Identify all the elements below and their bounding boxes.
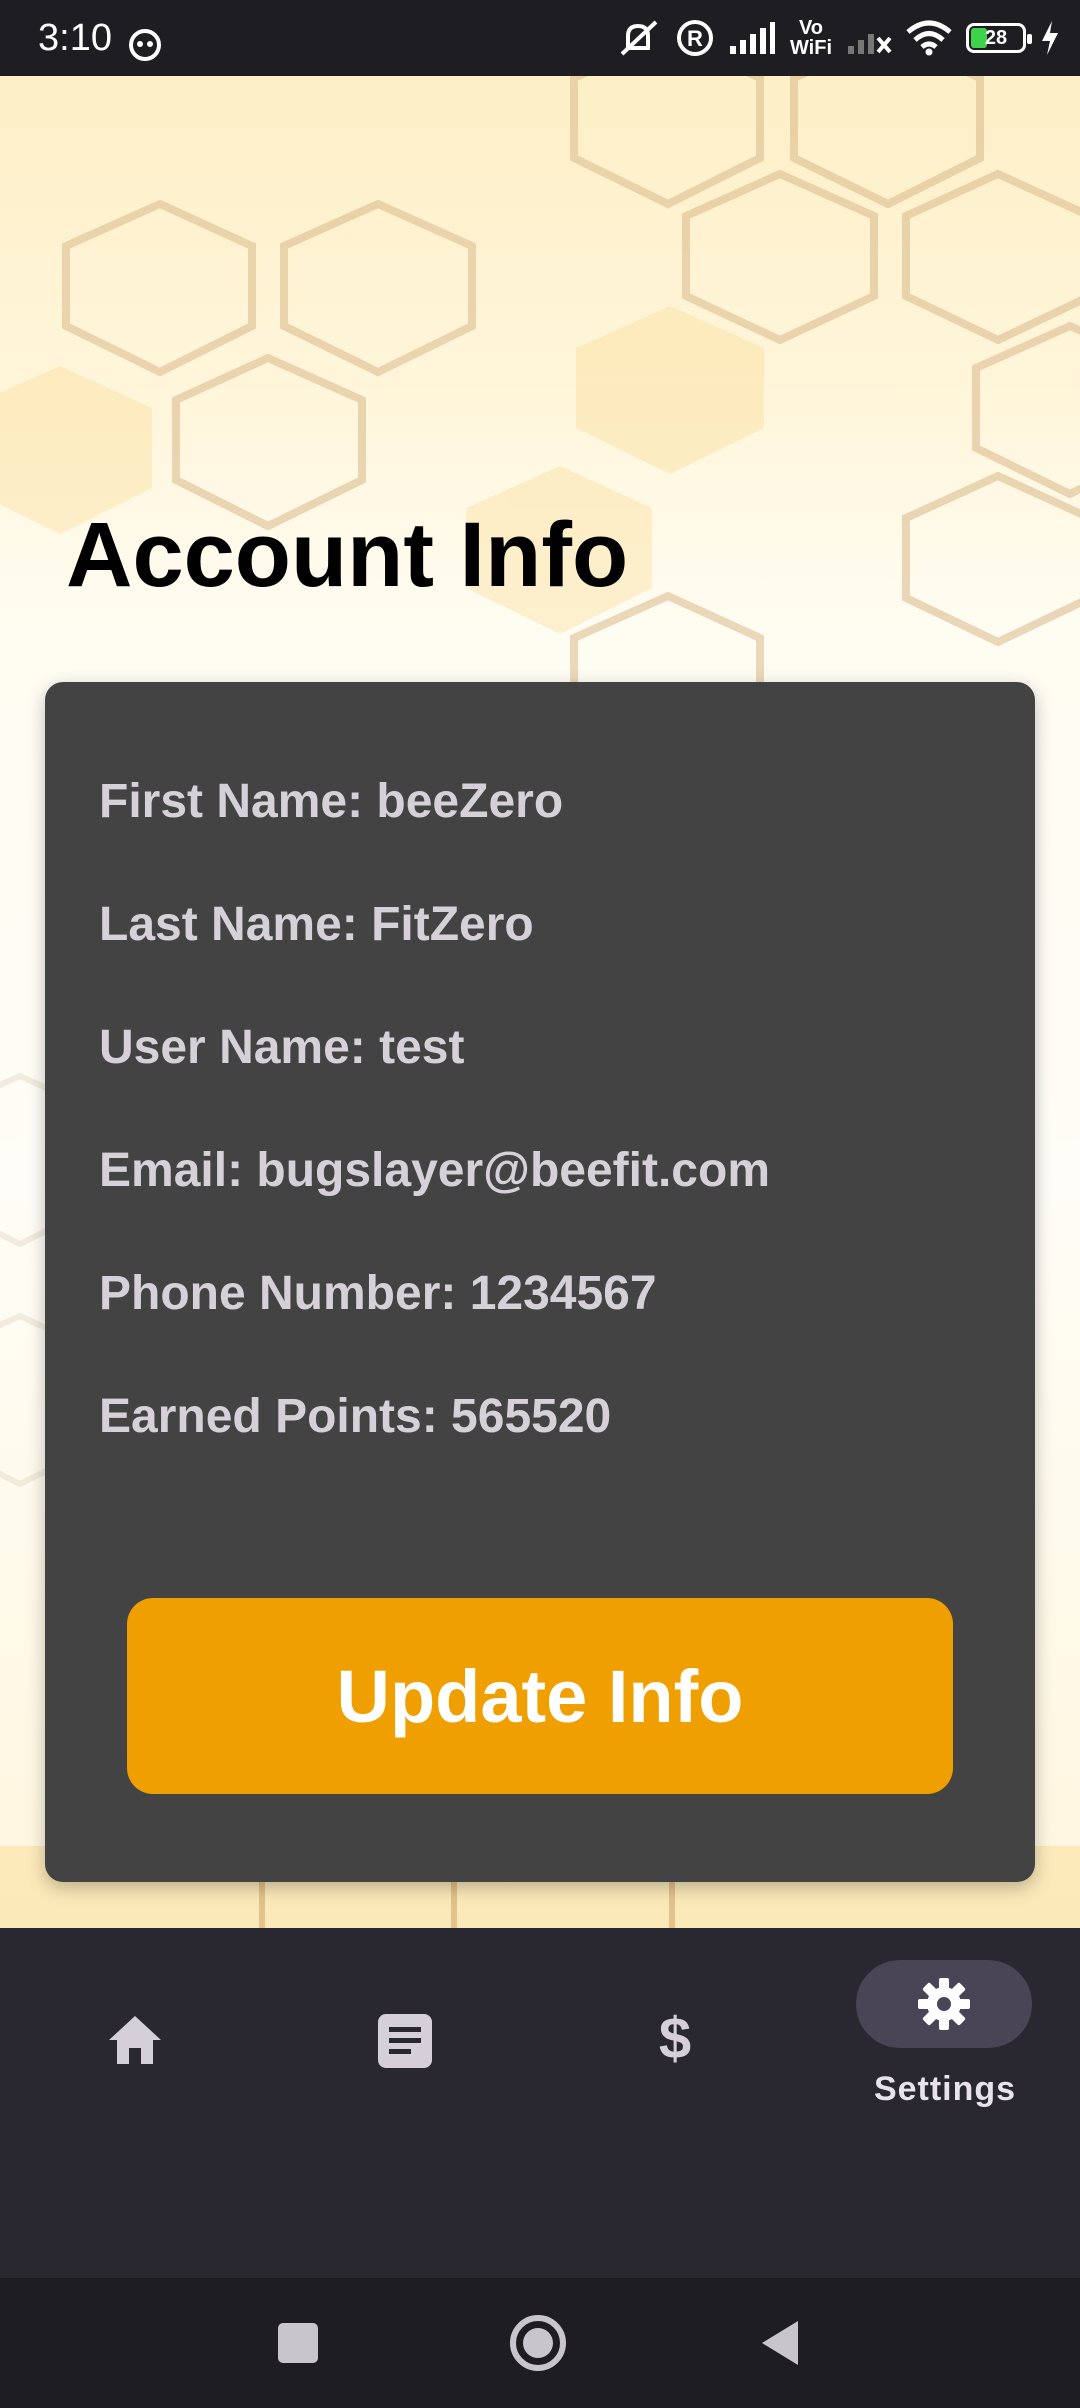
nav-label-settings[interactable]: Settings xyxy=(810,2070,1080,2109)
charging-icon xyxy=(1042,21,1058,55)
gear-icon xyxy=(918,1978,970,2030)
email-text: Email: bugslayer@beefit.com xyxy=(99,1144,770,1197)
dollar-icon: $ xyxy=(659,2008,691,2068)
bottom-nav: $ Settings xyxy=(0,1928,1080,2278)
earned-points-text: Earned Points: 565520 xyxy=(99,1390,612,1443)
nav-item-home[interactable] xyxy=(0,1928,270,2128)
status-icons: R Vo WiFi 28 xyxy=(614,14,1060,62)
svg-text:R: R xyxy=(687,26,703,51)
signal-icon xyxy=(729,22,775,54)
update-info-button[interactable]: Update Info xyxy=(127,1598,953,1794)
user-name-text: User Name: test xyxy=(99,1021,465,1074)
first-name-text: First Name: beeZero xyxy=(99,775,564,828)
back-icon xyxy=(762,2321,798,2365)
nav-item-settings-indicator[interactable] xyxy=(856,1960,1032,2048)
mute-icon xyxy=(620,20,658,56)
nav-item-rewards[interactable]: $ xyxy=(540,1928,810,2128)
vowifi-icon: Vo WiFi xyxy=(789,17,832,59)
recents-icon xyxy=(278,2323,318,2363)
status-bar: 3:10 R Vo WiFi 28 xyxy=(0,0,1080,76)
battery-icon: 28 xyxy=(966,23,1032,53)
article-icon xyxy=(378,2014,432,2068)
nav-item-articles[interactable] xyxy=(270,1928,540,2128)
system-nav-bar xyxy=(0,2278,1080,2408)
home-system-button[interactable] xyxy=(458,2278,618,2408)
svg-text:$: $ xyxy=(659,2008,691,2068)
home-circle-icon xyxy=(510,2315,566,2371)
recents-button[interactable] xyxy=(218,2278,378,2408)
account-info-card: First Name: beeZero Last Name: FitZero U… xyxy=(45,682,1035,1882)
phone-number-text: Phone Number: 1234567 xyxy=(99,1267,657,1320)
page-title: Account Info xyxy=(66,504,629,606)
no-signal-icon xyxy=(848,34,892,54)
notification-face-icon xyxy=(129,29,161,61)
last-name-text: Last Name: FitZero xyxy=(99,898,534,951)
registered-icon: R xyxy=(676,20,713,56)
wifi-icon xyxy=(906,20,952,56)
back-button[interactable] xyxy=(700,2278,860,2408)
home-icon xyxy=(109,2016,161,2064)
status-time: 3:10 xyxy=(38,17,112,59)
